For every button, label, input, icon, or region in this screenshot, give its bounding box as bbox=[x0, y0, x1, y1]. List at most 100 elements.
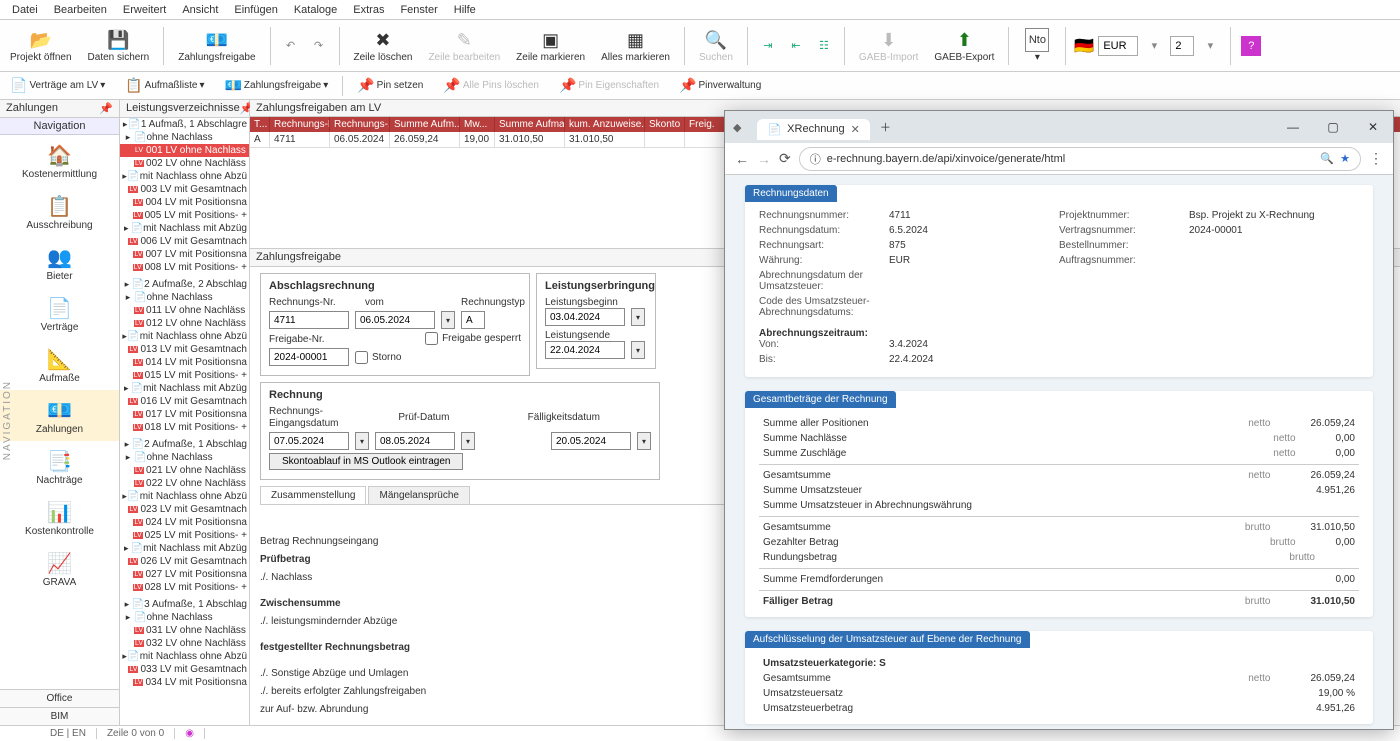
tree-row[interactable]: LV008 LV mit Positions- + bbox=[120, 261, 249, 274]
menu-bearbeiten[interactable]: Bearbeiten bbox=[46, 4, 115, 16]
undo-icon[interactable]: ↶ bbox=[281, 36, 301, 56]
faellig-input[interactable] bbox=[551, 432, 631, 450]
pruef-input[interactable] bbox=[375, 432, 455, 450]
nav-item-ausschreibung[interactable]: 📋Ausschreibung bbox=[0, 186, 119, 237]
freigabe-gesperrt-checkbox[interactable]: Freigabe gesperrt bbox=[425, 332, 521, 345]
tree-row[interactable]: LV027 LV mit Positionsna bbox=[120, 568, 249, 581]
tree-row[interactable]: LV033 LV mit Gesamtnach bbox=[120, 663, 249, 676]
tree-row[interactable]: ▸📄 mit Nachlass mit Abzüg bbox=[120, 542, 249, 555]
eingang-input[interactable] bbox=[269, 432, 349, 450]
tree-row[interactable]: LV025 LV mit Positions- + bbox=[120, 529, 249, 542]
menu-extras[interactable]: Extras bbox=[345, 4, 392, 16]
tree-row[interactable]: LV005 LV mit Positions- + bbox=[120, 209, 249, 222]
col-header[interactable]: Summe Aufma... bbox=[495, 117, 565, 132]
outdent-icon[interactable]: ⇤ bbox=[786, 36, 806, 56]
tree-row[interactable]: LV006 LV mit Gesamtnach bbox=[120, 235, 249, 248]
nav-item-verträge[interactable]: 📄Verträge bbox=[0, 288, 119, 339]
rechnungs-nr-input[interactable] bbox=[269, 311, 349, 329]
navigation-side-tab[interactable]: NAVIGATION bbox=[2, 380, 13, 460]
tree-row[interactable]: ▸📄 mit Nachlass ohne Abzü bbox=[120, 330, 249, 343]
zahlungsfreigabe-button[interactable]: 💶Zahlungsfreigabe bbox=[172, 26, 261, 65]
nav-item-bieter[interactable]: 👥Bieter bbox=[0, 237, 119, 288]
leistungsbeginn-input[interactable] bbox=[545, 308, 625, 326]
tree-row[interactable]: LV023 LV mit Gesamtnach bbox=[120, 503, 249, 516]
tree-row[interactable]: ▸📄 ohne Nachlass bbox=[120, 611, 249, 624]
url-input[interactable]: ⓘ e-rechnung.bayern.de/api/xinvoice/gene… bbox=[799, 147, 1361, 171]
tree-row[interactable]: ▸📄 2 Aufmaße, 1 Abschlag bbox=[120, 438, 249, 451]
tree-row[interactable]: LV032 LV ohne Nachläss bbox=[120, 637, 249, 650]
reload-icon[interactable]: ⟳ bbox=[779, 150, 791, 167]
vom-input[interactable] bbox=[355, 311, 435, 329]
skonto-outlook-button[interactable]: Skontoablauf in MS Outlook eintragen bbox=[269, 453, 463, 470]
projekt-oeffnen-button[interactable]: 📂Projekt öffnen bbox=[4, 26, 78, 65]
site-info-icon[interactable]: ⓘ bbox=[810, 151, 821, 167]
alles-markieren-button[interactable]: ▦Alles markieren bbox=[595, 26, 676, 65]
tree-row[interactable]: ▸📄 mit Nachlass mit Abzüg bbox=[120, 382, 249, 395]
close-window-icon[interactable]: ✕ bbox=[1353, 113, 1393, 141]
zeile-loeschen-button[interactable]: ✖Zeile löschen bbox=[348, 26, 419, 65]
browser-body[interactable]: Rechnungsdaten Rechnungsnummer:4711Rechn… bbox=[725, 175, 1393, 729]
pinverwaltung-button[interactable]: 📌Pinverwaltung bbox=[673, 77, 767, 94]
col-header[interactable]: T... bbox=[250, 117, 270, 132]
nav-bottom-bim[interactable]: BIM bbox=[0, 707, 119, 725]
aufmassliste-button[interactable]: 📋Aufmaßliste▾ bbox=[119, 77, 210, 94]
tree-row[interactable]: ▸📄 ohne Nachlass bbox=[120, 291, 249, 304]
freigabe-nr-input[interactable] bbox=[269, 348, 349, 366]
rechnungstyp-input[interactable] bbox=[461, 311, 485, 329]
tree-row[interactable]: LV011 LV ohne Nachläss bbox=[120, 304, 249, 317]
nav-item-grava[interactable]: 📈GRAVA bbox=[0, 543, 119, 594]
search-in-page-icon[interactable]: 🔍 bbox=[1320, 152, 1334, 165]
storno-checkbox[interactable]: Storno bbox=[355, 351, 425, 364]
minimize-icon[interactable]: — bbox=[1273, 113, 1313, 141]
date-dropdown[interactable]: ▾ bbox=[631, 341, 645, 359]
maximize-icon[interactable]: ▢ bbox=[1313, 113, 1353, 141]
daten-sichern-button[interactable]: 💾Daten sichern bbox=[82, 26, 156, 65]
tree-row[interactable]: LV031 LV ohne Nachläss bbox=[120, 624, 249, 637]
tab-mängelansprüche[interactable]: Mängelansprüche bbox=[368, 486, 470, 504]
col-header[interactable]: Rechnungs-Nr. bbox=[270, 117, 330, 132]
nav-item-nachträge[interactable]: 📑Nachträge bbox=[0, 441, 119, 492]
tree-row[interactable]: ▸📄 2 Aufmaße, 2 Abschlag bbox=[120, 278, 249, 291]
col-header[interactable]: Freig. bbox=[685, 117, 725, 132]
tree-row[interactable]: LV034 LV mit Positionsna bbox=[120, 676, 249, 689]
decimals-input[interactable] bbox=[1170, 36, 1194, 56]
tree-icon[interactable]: ☷ bbox=[814, 36, 834, 56]
menu-fenster[interactable]: Fenster bbox=[392, 4, 445, 16]
indent-icon[interactable]: ⇥ bbox=[758, 36, 778, 56]
lang-toggle[interactable]: DE | EN bbox=[40, 728, 97, 739]
nav-item-aufmaße[interactable]: 📐Aufmaße bbox=[0, 339, 119, 390]
tree-row[interactable]: ▸📄 ohne Nachlass bbox=[120, 131, 249, 144]
tree-row[interactable]: LV016 LV mit Gesamtnach bbox=[120, 395, 249, 408]
bookmark-icon[interactable]: ★ bbox=[1340, 152, 1350, 165]
back-icon[interactable]: ← bbox=[735, 151, 749, 167]
chevron-down-icon[interactable]: ▾ bbox=[1200, 36, 1220, 56]
tree-row[interactable]: LV018 LV mit Positions- + bbox=[120, 421, 249, 434]
tree-row[interactable]: LV015 LV mit Positions- + bbox=[120, 369, 249, 382]
date-dropdown[interactable]: ▾ bbox=[631, 308, 645, 326]
currency-input[interactable] bbox=[1098, 36, 1138, 56]
tree-row[interactable]: ▸📄 mit Nachlass ohne Abzü bbox=[120, 170, 249, 183]
zeile-markieren-button[interactable]: ▣Zeile markieren bbox=[510, 26, 591, 65]
menu-icon[interactable]: ⋮ bbox=[1369, 150, 1383, 167]
tree-row[interactable]: LV014 LV mit Positionsna bbox=[120, 356, 249, 369]
tree-row[interactable]: LV012 LV ohne Nachläss bbox=[120, 317, 249, 330]
col-header[interactable]: Summe Aufm... bbox=[390, 117, 460, 132]
vertraege-am-lv-button[interactable]: 📄Verträge am LV▾ bbox=[4, 77, 111, 94]
tree-row[interactable]: LV003 LV mit Gesamtnach bbox=[120, 183, 249, 196]
tree-row[interactable]: ▸📄 mit Nachlass ohne Abzü bbox=[120, 650, 249, 663]
nav-item-kostenkontrolle[interactable]: 📊Kostenkontrolle bbox=[0, 492, 119, 543]
tree-row[interactable]: LV007 LV mit Positionsna bbox=[120, 248, 249, 261]
gaeb-import-button[interactable]: ⬇GAEB-Import bbox=[853, 26, 924, 65]
pin-setzen-button[interactable]: 📌Pin setzen bbox=[351, 77, 429, 94]
menu-datei[interactable]: Datei bbox=[4, 4, 46, 16]
menu-kataloge[interactable]: Kataloge bbox=[286, 4, 345, 16]
close-tab-icon[interactable]: ✕ bbox=[851, 123, 860, 136]
col-header[interactable]: Mw... bbox=[460, 117, 495, 132]
tree-row[interactable]: LV022 LV ohne Nachläss bbox=[120, 477, 249, 490]
tree-row[interactable]: ▸📄 3 Aufmaße, 1 Abschlag bbox=[120, 598, 249, 611]
browser-tab[interactable]: 📄 XRechnung ✕ bbox=[757, 119, 869, 140]
nto-button[interactable]: Nto▾ bbox=[1017, 26, 1057, 65]
tree-row[interactable]: LV017 LV mit Positionsna bbox=[120, 408, 249, 421]
nav-bottom-office[interactable]: Office bbox=[0, 689, 119, 707]
suchen-button[interactable]: 🔍Suchen bbox=[693, 26, 739, 65]
